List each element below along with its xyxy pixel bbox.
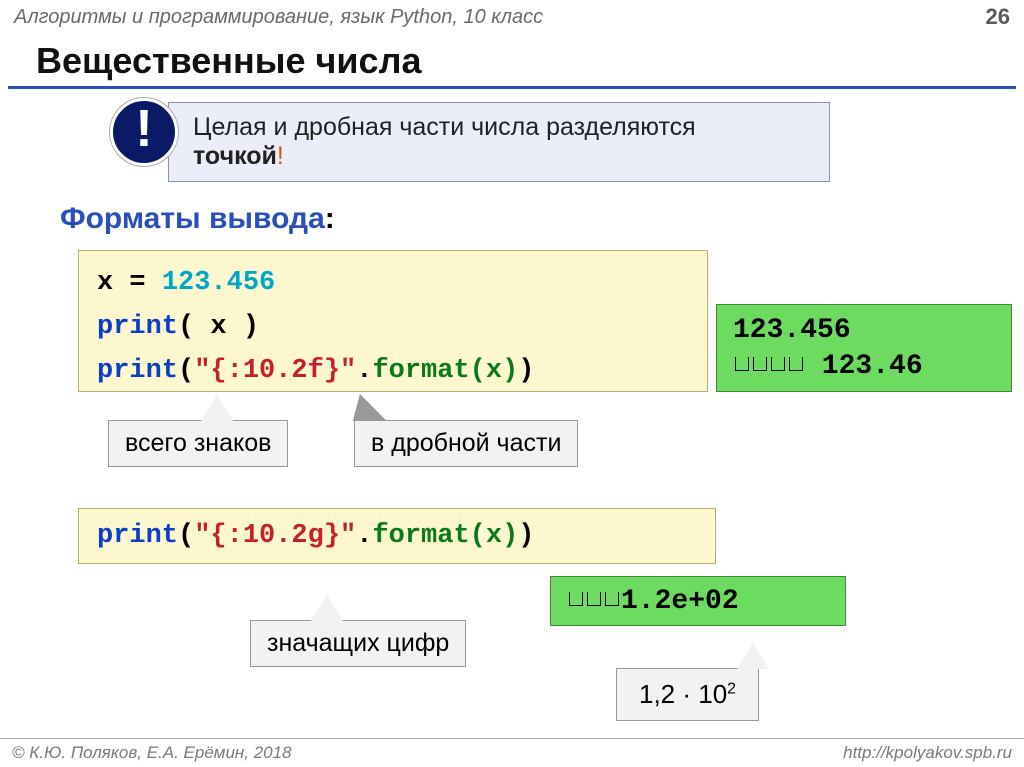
site-url: http://kpolyakov.spb.ru [843, 743, 1012, 763]
section-heading: Форматы вывода: [60, 202, 335, 236]
hint-fractional: в дробной части [354, 420, 578, 467]
hint-significant: значащих цифр [250, 620, 466, 667]
pointer-icon [344, 395, 385, 421]
exclamation-icon: ! [110, 98, 178, 166]
slide-header: Алгоритмы и программирование, язык Pytho… [0, 0, 1024, 32]
output-block-1: 123.456 123.46 [716, 304, 1012, 392]
output-block-2: 1.2e+02 [550, 576, 846, 626]
title-rule [8, 86, 1016, 89]
code-block-2: print("{:10.2g}".format(x)) [78, 508, 716, 564]
callout-text: Целая и дробная части числа разделяются … [168, 102, 830, 182]
pointer-icon [201, 395, 233, 421]
code-block-1: x = 123.456 print( x ) print("{:10.2f}".… [78, 250, 708, 392]
subject-text: Алгоритмы и программирование, язык Pytho… [14, 6, 543, 29]
pointer-icon [311, 595, 343, 621]
hint-total-chars: всего знаков [108, 420, 288, 467]
space-marks-1 [733, 351, 805, 382]
slide-footer: © К.Ю. Поляков, Е.А. Ерёмин, 2018 http:/… [0, 738, 1024, 767]
slide-title: Вещественные числа [36, 40, 1024, 82]
hint-scientific: 1,2 · 102 [616, 668, 759, 721]
space-marks-2 [567, 586, 621, 617]
info-callout: ! Целая и дробная части числа разделяютс… [110, 102, 830, 182]
page-number: 26 [986, 4, 1010, 30]
pointer-icon [737, 643, 769, 669]
copyright: © К.Ю. Поляков, Е.А. Ерёмин, 2018 [12, 743, 292, 763]
